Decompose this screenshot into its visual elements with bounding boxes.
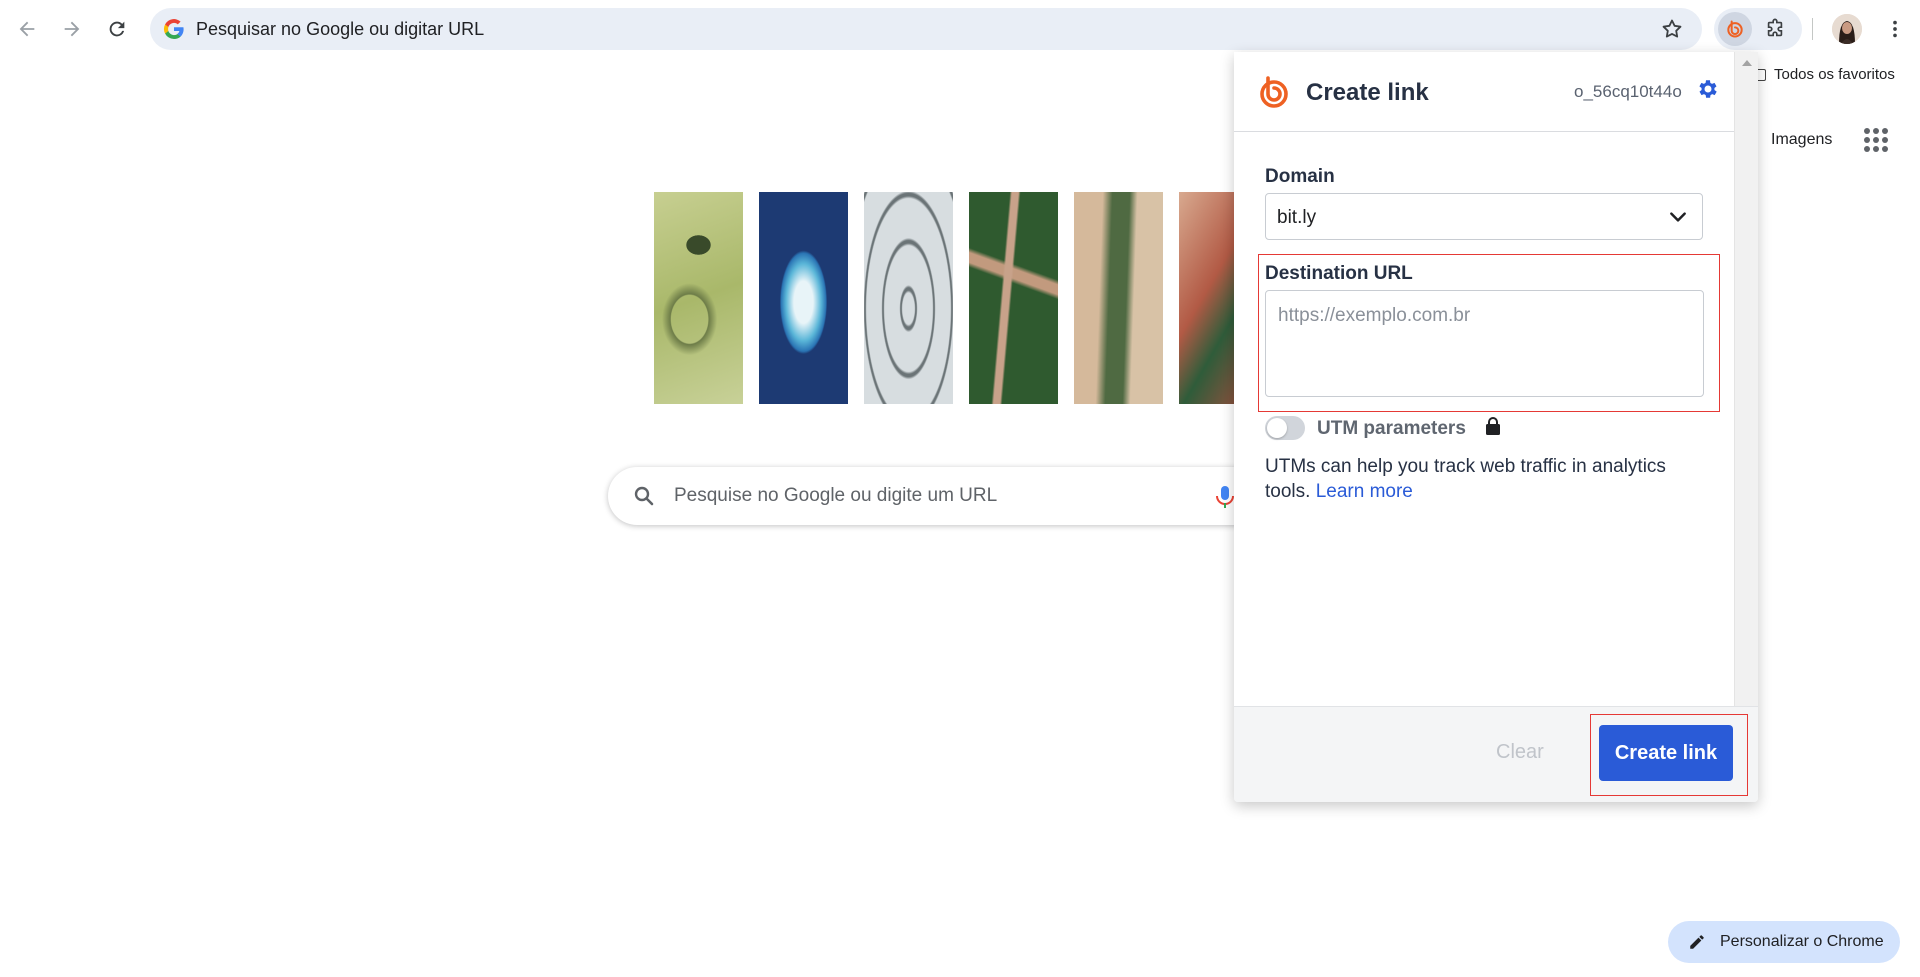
doodle-tile — [864, 192, 953, 404]
bookmark-star-icon[interactable] — [1660, 17, 1684, 41]
puzzle-icon — [1767, 18, 1783, 37]
scroll-up-arrow-icon[interactable] — [1742, 60, 1752, 66]
utm-toggle[interactable] — [1265, 416, 1305, 440]
create-link-button[interactable]: Create link — [1599, 725, 1733, 781]
profile-photo-icon — [1832, 14, 1862, 44]
customize-chrome-button[interactable]: Personalizar o Chrome — [1668, 921, 1900, 963]
reload-button[interactable] — [100, 12, 134, 46]
address-bar-text: Pesquisar no Google ou digitar URL — [196, 19, 485, 39]
account-id: o_56cq10t44o — [1574, 82, 1682, 101]
bitly-popup: Create link o_56cq10t44o Domain bit.ly D… — [1234, 52, 1758, 802]
customize-chrome-label: Personalizar o Chrome — [1720, 933, 1884, 950]
destination-url-label: Destination URL — [1265, 263, 1413, 284]
google-doodle[interactable] — [654, 192, 1268, 404]
browser-toolbar: Pesquisar no Google ou digitar URL — [0, 0, 1920, 60]
domain-label: Domain — [1265, 166, 1335, 187]
all-bookmarks-button[interactable]: Todos os favoritos — [1752, 66, 1895, 83]
popup-header: Create link o_56cq10t44o — [1234, 52, 1734, 132]
doodle-tile — [759, 192, 848, 404]
search-placeholder: Pesquise no Google ou digite um URL — [674, 485, 998, 506]
lock-icon — [1486, 417, 1500, 435]
utm-help-text: UTMs can help you track web traffic in a… — [1265, 454, 1705, 504]
all-bookmarks-label: Todos os favoritos — [1774, 66, 1895, 83]
bitly-logo-icon — [1260, 76, 1288, 108]
search-icon — [634, 486, 654, 506]
popup-title: Create link — [1306, 79, 1429, 106]
extensions-menu-button[interactable] — [1760, 14, 1790, 44]
extensions-area — [1714, 8, 1802, 50]
profile-avatar[interactable] — [1832, 14, 1862, 44]
destination-url-input[interactable] — [1265, 290, 1704, 397]
domain-selected-value: bit.ly — [1277, 207, 1317, 228]
forward-button[interactable] — [55, 12, 89, 46]
chevron-down-icon — [1670, 212, 1686, 222]
chrome-menu-button[interactable] — [1880, 14, 1910, 44]
gear-icon[interactable] — [1696, 77, 1720, 101]
images-link[interactable]: Imagens — [1771, 131, 1832, 149]
toggle-knob — [1267, 418, 1287, 438]
bitly-extension-button[interactable] — [1718, 12, 1752, 46]
bitly-logo-icon — [1727, 20, 1743, 38]
learn-more-link[interactable]: Learn more — [1316, 481, 1413, 502]
clear-button[interactable]: Clear — [1496, 741, 1544, 764]
domain-select[interactable]: bit.ly — [1265, 193, 1703, 240]
doodle-tile — [969, 192, 1058, 404]
more-vert-icon — [1893, 20, 1897, 38]
google-g-icon — [163, 19, 184, 40]
toolbar-divider — [1812, 18, 1813, 40]
google-search-box[interactable]: Pesquise no Google ou digite um URL — [608, 467, 1308, 525]
utm-parameters-label: UTM parameters — [1317, 418, 1466, 439]
pencil-icon — [1690, 935, 1704, 949]
arrow-right-icon — [64, 21, 80, 37]
back-button[interactable] — [10, 12, 44, 46]
popup-scrollbar[interactable] — [1734, 52, 1758, 706]
doodle-tile — [654, 192, 743, 404]
google-apps-icon[interactable] — [1864, 128, 1888, 152]
address-bar[interactable]: Pesquisar no Google ou digitar URL — [150, 8, 1702, 50]
doodle-tile — [1074, 192, 1163, 404]
arrow-left-icon — [19, 21, 35, 37]
reload-icon — [109, 21, 125, 37]
